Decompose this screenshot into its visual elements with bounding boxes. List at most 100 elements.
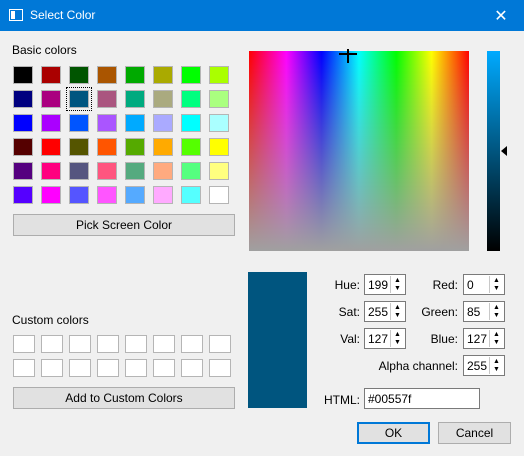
basic-color-swatch[interactable] [13,66,33,84]
basic-color-swatch[interactable] [13,90,33,108]
spin-down-icon[interactable]: ▼ [493,285,500,292]
basic-color-swatch[interactable] [69,114,89,132]
basic-color-swatch[interactable] [181,66,201,84]
custom-color-swatch[interactable] [41,359,63,377]
custom-color-swatch[interactable] [209,359,231,377]
basic-color-swatch[interactable] [13,114,33,132]
picker-crosshair[interactable] [347,49,349,63]
basic-color-swatch[interactable] [125,114,145,132]
blue-spin-arrows[interactable]: ▲ ▼ [489,330,503,347]
basic-color-swatch[interactable] [13,162,33,180]
basic-color-swatch[interactable] [153,90,173,108]
red-spin-arrows[interactable]: ▲ ▼ [489,276,503,293]
basic-color-swatch[interactable] [153,186,173,204]
hue-spinbox[interactable]: 199 ▲ ▼ [364,274,406,295]
spin-down-icon[interactable]: ▼ [493,339,500,346]
spin-up-icon[interactable]: ▲ [493,304,500,311]
red-spinbox[interactable]: 0 ▲ ▼ [463,274,505,295]
spin-down-icon[interactable]: ▼ [394,312,401,319]
basic-color-swatch[interactable] [181,186,201,204]
basic-color-swatch[interactable] [125,66,145,84]
basic-color-swatch[interactable] [69,186,89,204]
basic-color-swatch[interactable] [97,186,117,204]
basic-color-swatch[interactable] [125,90,145,108]
basic-color-swatch[interactable] [41,186,61,204]
basic-color-swatch[interactable] [66,87,92,111]
add-to-custom-colors-button[interactable]: Add to Custom Colors [13,387,235,409]
custom-color-swatch[interactable] [181,359,203,377]
basic-color-swatch[interactable] [153,114,173,132]
spin-up-icon[interactable]: ▲ [394,304,401,311]
html-color-input[interactable]: #00557f [364,388,480,409]
custom-color-swatch[interactable] [209,335,231,353]
basic-color-swatch[interactable] [13,186,33,204]
pick-screen-color-button[interactable]: Pick Screen Color [13,214,235,236]
custom-color-swatch[interactable] [97,335,119,353]
basic-color-swatch[interactable] [41,90,61,108]
basic-color-swatch[interactable] [69,138,89,156]
basic-color-swatch[interactable] [209,114,229,132]
basic-color-swatch[interactable] [125,138,145,156]
basic-color-swatch[interactable] [125,186,145,204]
spin-down-icon[interactable]: ▼ [394,339,401,346]
spin-up-icon[interactable]: ▲ [394,277,401,284]
custom-color-swatch[interactable] [125,359,147,377]
basic-color-swatch[interactable] [153,66,173,84]
sat-spin-arrows[interactable]: ▲ ▼ [390,303,404,320]
alpha-channel-spinbox[interactable]: 255 ▲ ▼ [463,355,505,376]
basic-color-swatch[interactable] [125,162,145,180]
basic-color-swatch[interactable] [97,66,117,84]
close-button[interactable]: ✕ [478,0,524,31]
spin-down-icon[interactable]: ▼ [394,285,401,292]
basic-color-swatch[interactable] [181,138,201,156]
spin-up-icon[interactable]: ▲ [394,331,401,338]
custom-color-swatch[interactable] [153,359,175,377]
custom-color-swatch[interactable] [13,359,35,377]
spin-down-icon[interactable]: ▼ [493,312,500,319]
basic-color-swatch[interactable] [209,138,229,156]
value-slider-handle-icon[interactable] [501,146,507,156]
custom-color-swatch[interactable] [181,335,203,353]
spin-up-icon[interactable]: ▲ [493,358,500,365]
custom-color-swatch[interactable] [41,335,63,353]
basic-color-swatch[interactable] [41,114,61,132]
ok-button[interactable]: OK [357,422,430,444]
basic-color-swatch[interactable] [13,138,33,156]
hue-saturation-picker[interactable] [249,51,469,251]
basic-color-swatch[interactable] [181,90,201,108]
basic-color-swatch[interactable] [153,138,173,156]
custom-color-swatch[interactable] [13,335,35,353]
val-spin-arrows[interactable]: ▲ ▼ [390,330,404,347]
basic-color-swatch[interactable] [97,90,117,108]
sat-spinbox[interactable]: 255 ▲ ▼ [364,301,406,322]
spin-down-icon[interactable]: ▼ [493,366,500,373]
basic-color-swatch[interactable] [153,162,173,180]
custom-color-swatch[interactable] [69,359,91,377]
value-slider[interactable] [487,51,500,251]
basic-color-swatch[interactable] [69,162,89,180]
blue-spinbox[interactable]: 127 ▲ ▼ [463,328,505,349]
basic-color-swatch[interactable] [41,138,61,156]
custom-color-swatch[interactable] [125,335,147,353]
basic-color-swatch[interactable] [209,66,229,84]
green-spin-arrows[interactable]: ▲ ▼ [489,303,503,320]
basic-color-swatch[interactable] [97,138,117,156]
val-spinbox[interactable]: 127 ▲ ▼ [364,328,406,349]
basic-color-swatch[interactable] [209,162,229,180]
spin-up-icon[interactable]: ▲ [493,277,500,284]
custom-color-swatch[interactable] [69,335,91,353]
spin-up-icon[interactable]: ▲ [493,331,500,338]
basic-color-swatch[interactable] [97,114,117,132]
basic-color-swatch[interactable] [69,66,89,84]
custom-color-swatch[interactable] [153,335,175,353]
basic-color-swatch[interactable] [209,90,229,108]
basic-color-swatch[interactable] [209,186,229,204]
alpha-spin-arrows[interactable]: ▲ ▼ [489,357,503,374]
basic-color-swatch[interactable] [41,66,61,84]
green-spinbox[interactable]: 85 ▲ ▼ [463,301,505,322]
basic-color-swatch[interactable] [181,162,201,180]
basic-color-swatch[interactable] [97,162,117,180]
custom-color-swatch[interactable] [97,359,119,377]
basic-color-swatch[interactable] [41,162,61,180]
cancel-button[interactable]: Cancel [438,422,511,444]
